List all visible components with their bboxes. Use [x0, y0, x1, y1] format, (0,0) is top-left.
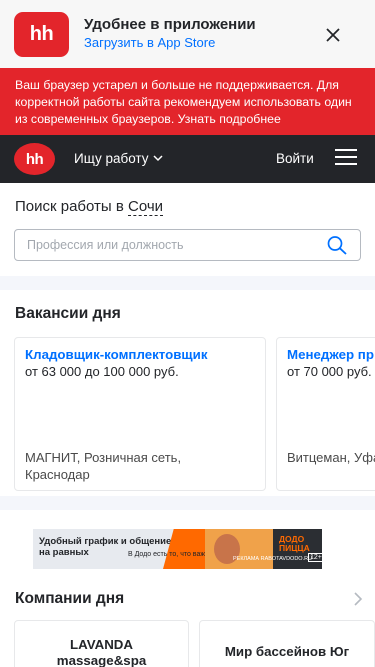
companies-title: Компании дня: [15, 590, 125, 607]
vacancy-card[interactable]: Менеджер пр от 70 000 руб. Витцеман, Уфа: [276, 337, 375, 491]
vacancy-title[interactable]: Кладовщик-комплектовщик: [25, 347, 207, 362]
app-logo-text: hh: [29, 23, 54, 45]
companies-carousel[interactable]: LAVANDA massage&spa Мир бассейнов Юг: [14, 620, 375, 667]
job-search-menu-label: Ищу работу: [74, 151, 149, 166]
company-name: Мир бассейнов Юг: [224, 644, 350, 659]
vacancies-carousel[interactable]: Кладовщик-комплектовщик от 63 000 до 100…: [14, 337, 375, 491]
ad-brand-line: ПИЦЦА: [279, 543, 310, 553]
hh-logo-text: hh: [25, 150, 44, 168]
company-name: LAVANDA: [69, 637, 134, 652]
search-box: [14, 229, 361, 261]
job-search-menu[interactable]: Ищу работу: [74, 151, 163, 166]
search-input[interactable]: [27, 230, 327, 260]
city-selector[interactable]: Сочи: [127, 198, 164, 216]
app-banner-title: Удобнее в приложении: [84, 16, 256, 33]
company-name-line2: massage&spa: [56, 653, 147, 667]
vacancy-company-name: МАГНИТ, Розничная сеть,: [25, 450, 182, 465]
menu-icon[interactable]: [335, 149, 357, 169]
ad-age-rating: 12+: [308, 553, 322, 562]
login-link[interactable]: Войти: [276, 151, 314, 166]
vacancy-card[interactable]: Кладовщик-комплектовщик от 63 000 до 100…: [14, 337, 266, 491]
ad-small-text: В Додо есть то, что важно: [128, 551, 213, 558]
hh-logo[interactable]: hh: [14, 143, 55, 175]
vacancy-title[interactable]: Менеджер пр: [287, 347, 374, 362]
section-divider: [0, 496, 375, 510]
ad-text-line: Удобный график и общение: [39, 536, 172, 547]
company-card[interactable]: Мир бассейнов Юг: [199, 620, 375, 667]
app-banner: hh Удобнее в приложении Загрузить в App …: [0, 0, 375, 68]
ad-disclaimer: РЕКЛАМА RABOTAVDODO.RU: [233, 556, 313, 562]
app-logo[interactable]: hh: [14, 12, 69, 57]
company-card[interactable]: LAVANDA massage&spa: [14, 620, 189, 667]
vacancy-salary: от 63 000 до 100 000 руб.: [25, 364, 179, 379]
ad-brand-logo: ДОДО ПИЦЦА: [279, 535, 310, 553]
search-title-prefix: Поиск работы в: [15, 198, 124, 215]
outdated-browser-warning[interactable]: Ваш браузер устарел и больше не поддержи…: [0, 68, 375, 135]
chevron-down-icon: [152, 155, 163, 162]
vacancy-company: МАГНИТ, Розничная сеть, Краснодар: [25, 450, 181, 483]
search-icon[interactable]: [326, 235, 348, 255]
ad-banner[interactable]: Удобный график и общение на равных В Дод…: [33, 529, 322, 569]
vacancy-company: Витцеман, Уфа: [287, 450, 375, 467]
chevron-right-icon[interactable]: [352, 591, 364, 607]
app-store-link[interactable]: Загрузить в App Store: [84, 35, 215, 50]
vacancies-title: Вакансии дня: [15, 305, 121, 322]
close-icon[interactable]: [320, 22, 346, 48]
site-header: hh Ищу работу Войти: [0, 135, 375, 183]
vacancy-city: Краснодар: [25, 466, 90, 482]
vacancy-city: Витцеман, Уфа: [287, 450, 375, 465]
section-divider: [0, 276, 375, 290]
search-title: Поиск работы в Сочи: [15, 198, 164, 216]
vacancy-salary: от 70 000 руб.: [287, 364, 372, 379]
